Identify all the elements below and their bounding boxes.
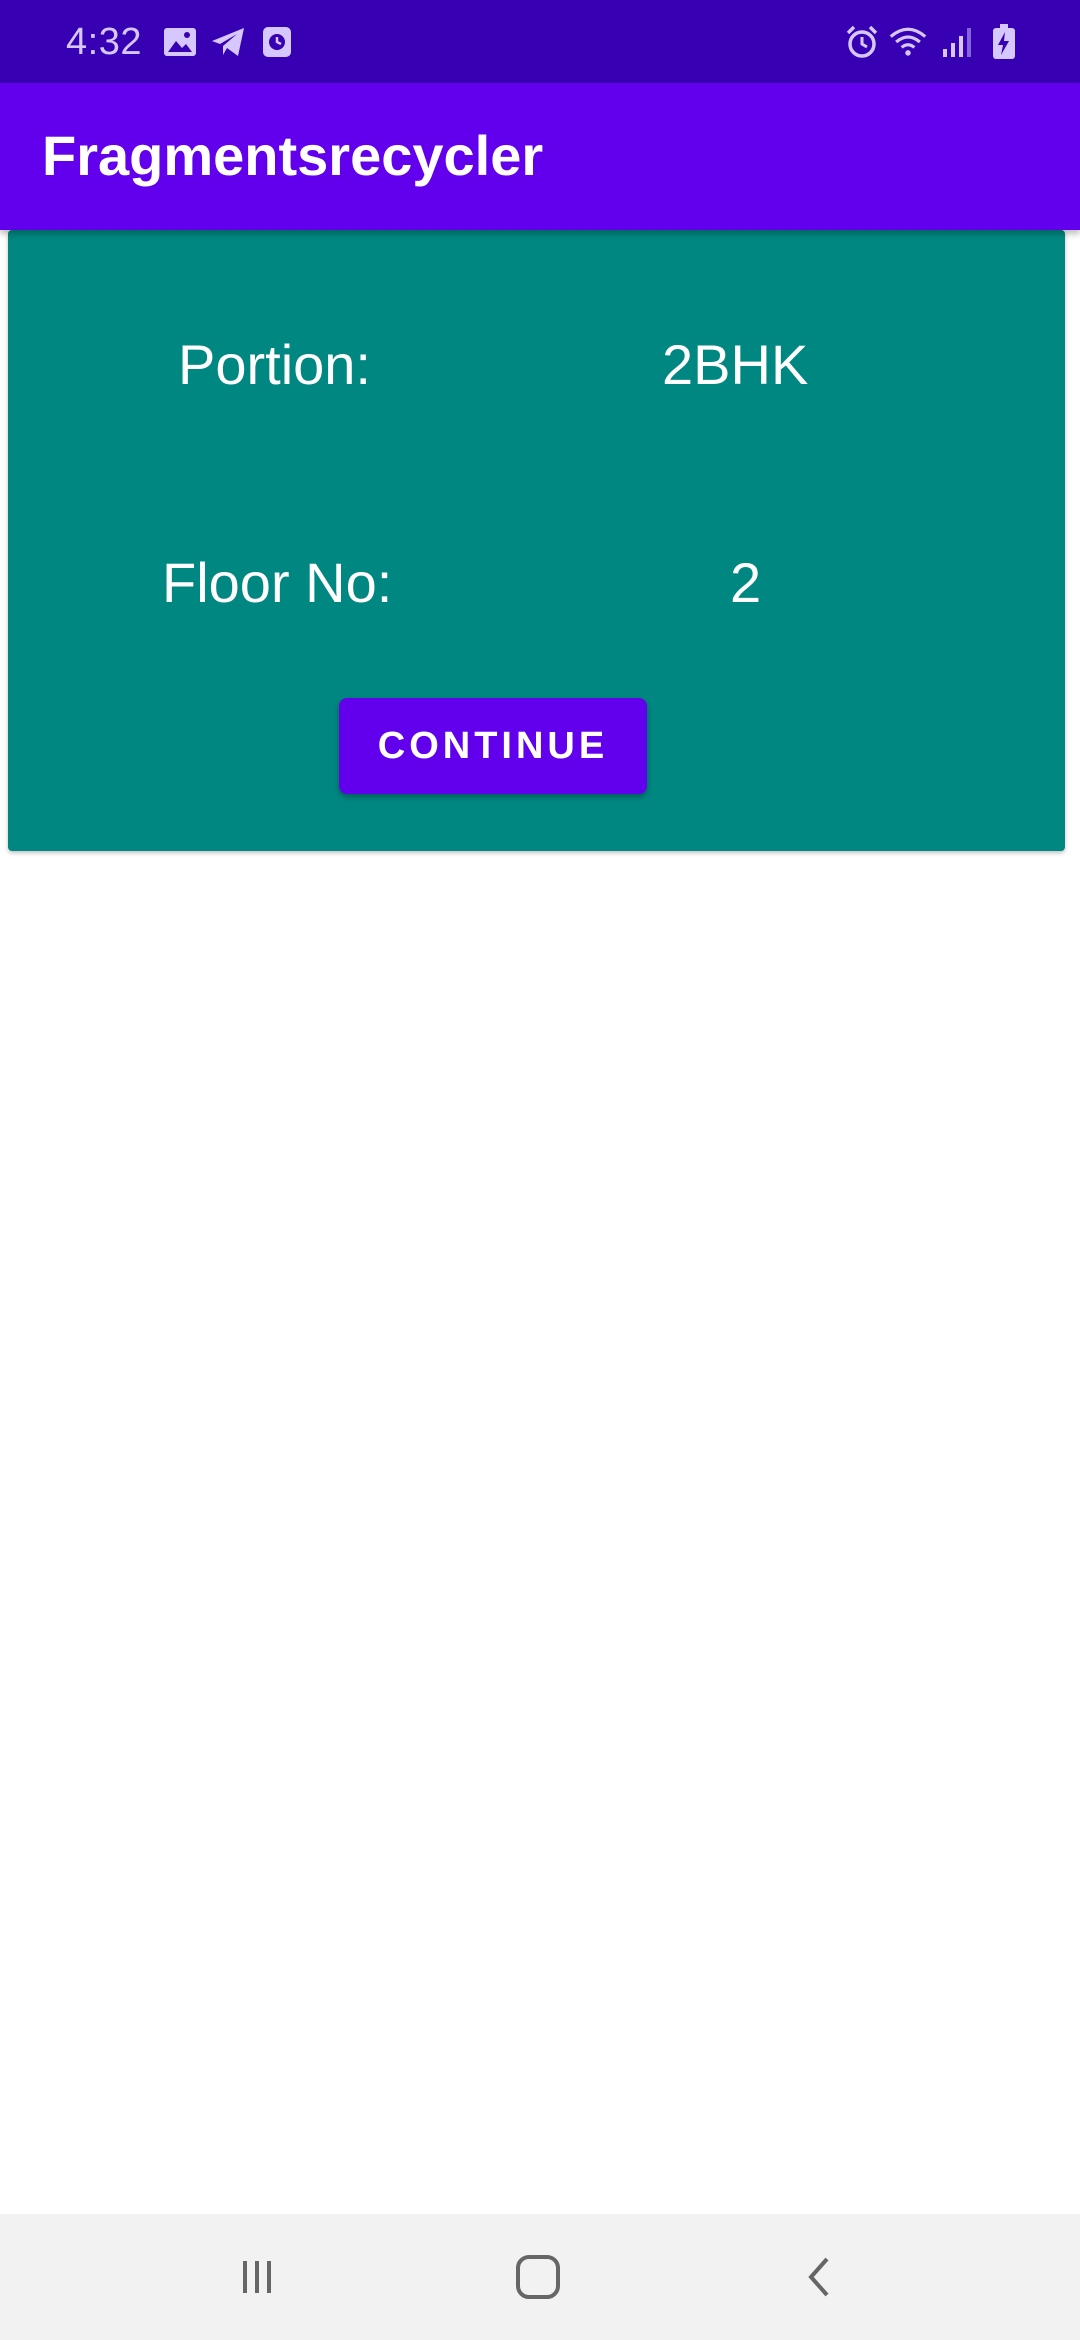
wifi-icon [888,22,928,62]
portion-value: 2BHK [662,333,809,396]
status-time: 4:32 [66,21,142,63]
property-card: Portion: 2BHK Floor No: 2 CONTINUE [8,230,1065,851]
app-bar: Fragmentsrecycler [0,83,1080,230]
navigation-bar [0,2214,1080,2340]
floor-value: 2 [730,551,762,614]
battery-charging-icon [984,22,1024,62]
portion-label: Portion: [178,333,371,396]
app-title: Fragmentsrecycler [42,124,544,187]
back-icon[interactable] [774,2234,864,2320]
alarm-icon [842,22,882,62]
home-icon[interactable] [493,2234,583,2320]
telegram-icon [208,22,248,62]
signal-icon [938,22,978,62]
clock-app-icon [257,22,297,62]
floor-label: Floor No: [162,551,393,614]
status-bar: 4:32 [0,0,1080,83]
continue-button[interactable]: CONTINUE [339,698,647,794]
recent-apps-icon[interactable] [212,2234,302,2320]
gallery-icon [160,22,200,62]
